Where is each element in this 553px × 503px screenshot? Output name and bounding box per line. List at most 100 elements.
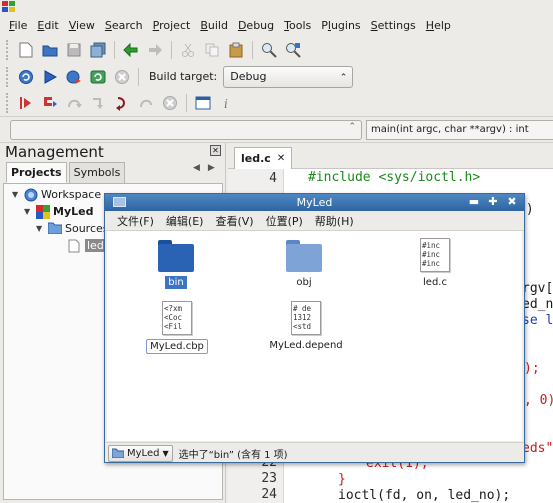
toolbar-grip[interactable] (6, 92, 10, 113)
expander-icon[interactable]: ▼ (24, 207, 36, 216)
menu-tools[interactable]: Tools (279, 16, 316, 36)
menu-help[interactable]: 帮助(H) (309, 213, 360, 229)
editor-tab-label: led.c (241, 151, 271, 165)
menu-file[interactable]: File (4, 16, 32, 36)
debug-info-icon[interactable]: i (217, 93, 237, 113)
menu-edit[interactable]: 编辑(E) (160, 213, 210, 229)
run-icon[interactable] (40, 67, 60, 87)
replace-icon[interactable] (283, 40, 303, 60)
debug-windows-icon[interactable] (193, 93, 213, 113)
folder-icon (286, 240, 322, 272)
menu-project[interactable]: Project (148, 16, 196, 36)
toolbar-grip[interactable] (6, 39, 10, 60)
line-number: 4 (269, 171, 277, 186)
stop-debugger-icon[interactable] (160, 93, 180, 113)
save-all-icon[interactable] (88, 40, 108, 60)
rebuild-icon[interactable] (88, 67, 108, 87)
abort-icon[interactable] (112, 67, 132, 87)
undo-icon[interactable] (121, 40, 141, 60)
menu-search[interactable]: Search (100, 16, 148, 36)
editor-tabbar: led.c ✕ (228, 143, 553, 169)
code-line[interactable]: ioctl(fd, on, led_no); (338, 488, 510, 503)
maximize-icon[interactable]: ✚ (486, 196, 500, 209)
menu-edit[interactable]: Edit (32, 16, 63, 36)
close-icon[interactable]: ✖ (505, 196, 519, 209)
build-icon[interactable] (16, 67, 36, 87)
menu-plugins[interactable]: Plugins (316, 16, 365, 36)
text-file-icon: #inc #inc #inc (420, 238, 450, 272)
window-title: MyLed (296, 196, 333, 209)
file-label: obj (296, 277, 312, 288)
management-tabs: Projects Symbols (6, 162, 127, 183)
file-item-myled-cbp[interactable]: <?xm <Coc <Fil MyLed.cbp (132, 301, 222, 354)
step-out-icon[interactable] (112, 93, 132, 113)
file-label: led.c (423, 277, 447, 288)
build-target-select[interactable]: Debug ⌃ (223, 65, 354, 88)
tree-item-workspace[interactable]: ▼ Workspace (12, 186, 101, 203)
file-label: MyLed.depend (269, 340, 343, 351)
code-line[interactable]: } (338, 472, 346, 487)
svg-text:i: i (224, 97, 228, 111)
build-target-value: Debug (230, 69, 267, 83)
project-icon (36, 204, 50, 219)
line-number: 23 (261, 471, 277, 486)
file-label: MyLed.cbp (146, 339, 208, 354)
next-line-icon[interactable] (64, 93, 84, 113)
tab-projects[interactable]: Projects (6, 162, 67, 183)
code-fragment: , 0) (524, 393, 553, 408)
find-icon[interactable] (259, 40, 279, 60)
close-icon[interactable]: ✕ (210, 145, 221, 156)
menu-file[interactable]: 文件(F) (111, 213, 160, 229)
save-icon[interactable] (64, 40, 84, 60)
folder-open-icon (47, 222, 63, 236)
close-icon[interactable]: ✕ (277, 149, 285, 169)
expander-icon[interactable]: ▼ (12, 190, 24, 199)
step-into-icon[interactable] (88, 93, 108, 113)
menu-debug[interactable]: Debug (233, 16, 279, 36)
code-fragment: eds" (522, 441, 553, 456)
expander-icon[interactable]: ▼ (36, 224, 48, 233)
function-select[interactable]: main(int argc, char **argv) : int (366, 120, 553, 140)
management-title: Management (5, 143, 104, 161)
tab-symbols[interactable]: Symbols (68, 162, 126, 183)
menu-places[interactable]: 位置(P) (260, 213, 309, 229)
file-item-led-c[interactable]: #inc #inc #inc led.c (390, 238, 480, 289)
redo-icon[interactable] (145, 40, 165, 60)
scope-select[interactable]: ⌃ (10, 120, 362, 140)
menu-settings[interactable]: Settings (366, 16, 421, 36)
run-to-cursor-icon[interactable] (40, 93, 60, 113)
menu-view[interactable]: View (64, 16, 100, 36)
status-text: 选中了“bin” (含有 1 项) (178, 449, 288, 461)
toolbar-grip[interactable] (6, 66, 10, 87)
new-file-icon[interactable] (16, 40, 36, 60)
tab-scroll-arrows[interactable]: ◀▶ (193, 163, 223, 173)
file-item-obj[interactable]: obj (259, 240, 349, 289)
paste-icon[interactable] (226, 40, 246, 60)
menu-view[interactable]: 查看(V) (209, 213, 259, 229)
tree-item-project[interactable]: ▼ MyLed (24, 203, 93, 220)
editor-tab-led-c[interactable]: led.c ✕ (234, 147, 293, 169)
tree-item-sources[interactable]: ▼ Sources (36, 220, 109, 237)
folder-icon (158, 240, 194, 272)
path-button-label: MyLed (127, 447, 160, 459)
file-item-bin[interactable]: bin (131, 240, 221, 289)
window-titlebar[interactable]: MyLed ▬ ✚ ✖ (105, 194, 524, 211)
minimize-icon[interactable]: ▬ (467, 196, 481, 209)
menu-help[interactable]: Help (421, 16, 456, 36)
debug-continue-icon[interactable] (16, 93, 36, 113)
file-item-myled-depend[interactable]: # de 1312 <std MyLed.depend (261, 301, 351, 352)
open-file-icon[interactable] (40, 40, 60, 60)
copy-icon[interactable] (202, 40, 222, 60)
next-instruction-icon[interactable] (136, 93, 156, 113)
text-file-icon: # de 1312 <std (291, 301, 321, 335)
main-toolbar (0, 36, 553, 64)
line-number: 24 (261, 487, 277, 502)
path-button[interactable]: MyLed ▼ (108, 444, 173, 462)
cut-icon[interactable] (178, 40, 198, 60)
title-strip (0, 0, 553, 16)
compiler-toolbar: Build target: Debug ⌃ (0, 63, 553, 91)
code-line[interactable]: #include <sys/ioctl.h> (308, 170, 480, 185)
menu-build[interactable]: Build (195, 16, 233, 36)
build-and-run-icon[interactable] (64, 67, 84, 87)
chevron-updown-icon: ⌃ (348, 122, 356, 132)
